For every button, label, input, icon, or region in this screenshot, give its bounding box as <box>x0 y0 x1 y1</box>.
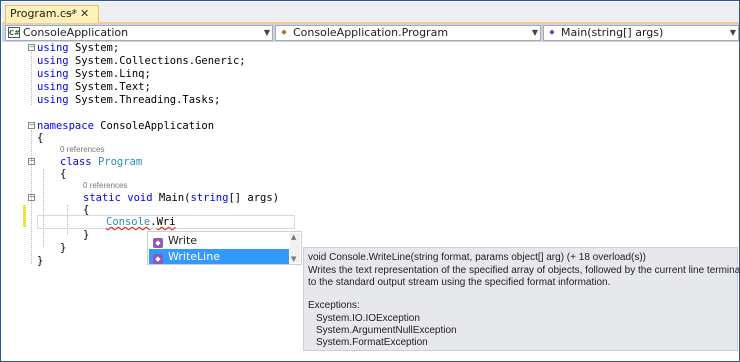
close-icon[interactable]: ✕ <box>80 6 89 22</box>
tooltip-exceptions-title: Exceptions: <box>308 300 360 311</box>
code-line[interactable]: { <box>37 132 43 144</box>
tooltip-exception: System.FormatException <box>316 337 428 348</box>
intellisense-completion-list[interactable]: ◆ Write ◆ WriteLine ▲ ▼ <box>147 231 302 265</box>
change-indicator <box>23 205 26 227</box>
code-line[interactable]: { <box>60 168 66 180</box>
code-line[interactable]: { <box>83 204 89 216</box>
chevron-down-icon: ▼ <box>531 28 538 37</box>
tooltip-exception: System.IO.IOException <box>316 313 420 324</box>
class-icon: ◆ <box>281 28 287 36</box>
member-dropdown[interactable]: ◆ Main(string[] args) ▼ <box>543 25 739 41</box>
completion-item-writeline[interactable]: ◆ WriteLine <box>149 249 289 264</box>
document-tab-strip: Program.cs* ― ✕ <box>2 2 739 24</box>
csharp-project-icon: C# <box>8 27 21 38</box>
member-dropdown-label: Main(string[] args) <box>561 26 664 39</box>
outline-guide <box>31 52 32 105</box>
outline-guide <box>31 130 32 264</box>
tooltip-description: to the standard output stream using the … <box>308 277 611 288</box>
collapse-icon[interactable]: − <box>28 122 35 129</box>
code-line[interactable]: using System.Text; <box>37 81 151 93</box>
editor-window: Program.cs* ― ✕ C# ConsoleApplication ▼ ◆… <box>0 0 740 362</box>
code-line[interactable]: using System.Collections.Generic; <box>37 55 246 67</box>
code-lens-references[interactable]: 0 references <box>60 145 104 154</box>
code-line[interactable]: namespace ConsoleApplication <box>37 120 214 132</box>
type-dropdown[interactable]: ◆ ConsoleApplication.Program ▼ <box>275 25 541 41</box>
project-dropdown[interactable]: C# ConsoleApplication ▼ <box>5 25 273 41</box>
navigation-bar: C# ConsoleApplication ▼ ◆ ConsoleApplicati… <box>2 24 739 42</box>
tooltip-description: Writes the text representation of the sp… <box>308 265 740 276</box>
code-line[interactable]: using System; <box>37 42 119 54</box>
scroll-up-icon[interactable]: ▲ <box>291 233 296 241</box>
code-line[interactable]: using System.Threading.Tasks; <box>37 94 220 106</box>
code-line[interactable]: } <box>83 229 89 241</box>
method-icon: ◆ <box>549 28 555 36</box>
method-icon: ◆ <box>153 254 163 264</box>
pin-icon[interactable]: ― <box>64 6 74 22</box>
quick-info-tooltip: void Console.WriteLine(string format, pa… <box>303 247 740 351</box>
collapse-icon[interactable]: − <box>28 44 35 51</box>
tooltip-exception: System.ArgumentNullException <box>316 325 457 336</box>
project-dropdown-label: ConsoleApplication <box>23 26 129 39</box>
chevron-down-icon: ▼ <box>729 28 736 37</box>
chevron-down-icon: ▼ <box>263 28 270 37</box>
code-line[interactable]: using System.Linq; <box>37 68 151 80</box>
type-dropdown-label: ConsoleApplication.Program <box>293 26 449 39</box>
code-lens-references[interactable]: 0 references <box>83 181 127 190</box>
tab-program-cs[interactable]: Program.cs* ― ✕ <box>5 5 99 23</box>
code-line-current[interactable]: Console.Wri <box>106 216 176 228</box>
code-line[interactable]: } <box>37 255 43 267</box>
tooltip-signature: void Console.WriteLine(string format, pa… <box>308 252 647 263</box>
code-line[interactable]: } <box>60 242 66 254</box>
scroll-down-icon[interactable]: ▼ <box>291 255 296 263</box>
code-line[interactable]: class Program <box>60 156 142 168</box>
completion-item-write[interactable]: ◆ Write <box>149 233 289 248</box>
code-line[interactable]: static void Main(string[] args) <box>83 192 279 204</box>
indent-guide <box>43 169 44 247</box>
method-icon: ◆ <box>153 238 163 248</box>
completion-scrollbar[interactable]: ▲ ▼ <box>290 233 300 263</box>
